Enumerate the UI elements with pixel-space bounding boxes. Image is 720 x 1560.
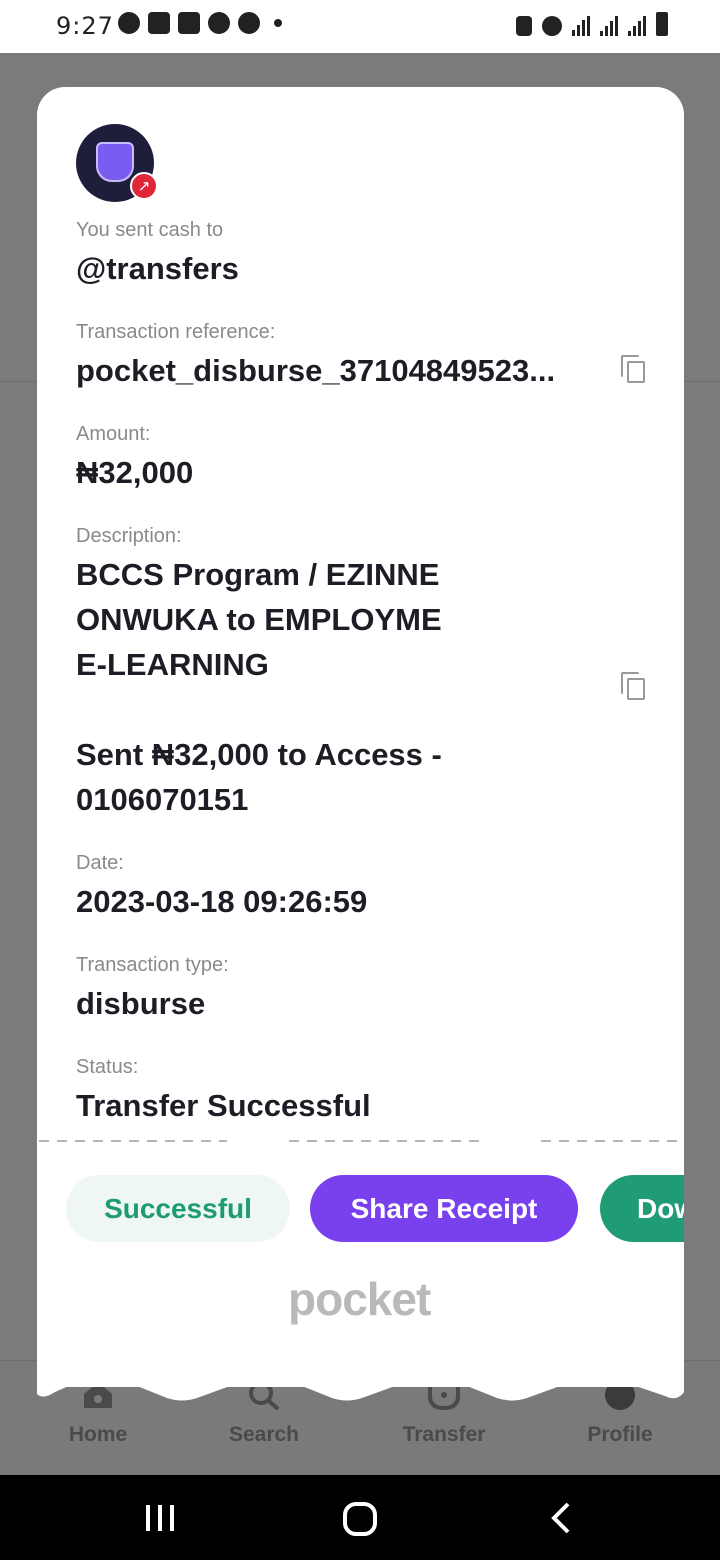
description-line: E-LEARNING — [76, 647, 269, 682]
type-value: disburse — [76, 986, 206, 1021]
facebook-icon — [148, 12, 170, 34]
system-navigation-bar — [0, 1475, 720, 1560]
nav-profile[interactable]: Profile — [550, 1423, 690, 1447]
snapchat-icon — [118, 12, 140, 34]
description-line: ONWUKA to EMPLOYME — [76, 602, 442, 637]
system-icons — [516, 12, 668, 36]
snapchat-icon-2 — [208, 12, 230, 34]
date-label: Date: — [76, 852, 124, 874]
amount-value: ₦32,000 — [76, 455, 194, 490]
home-system-icon[interactable] — [342, 1501, 378, 1537]
wifi-icon — [572, 14, 590, 36]
pocket-shield-icon — [96, 142, 134, 182]
copy-description-icon[interactable] — [621, 672, 645, 700]
status-bar: 9:27 — [0, 0, 720, 53]
recycle-icon — [516, 16, 532, 36]
pocket-logo: pocket — [288, 1273, 431, 1325]
signal-icon-2 — [628, 14, 646, 36]
description-label: Description: — [76, 525, 182, 547]
reference-label: Transaction reference: — [76, 321, 276, 343]
dashed-divider — [39, 1140, 682, 1142]
type-label: Transaction type: — [76, 954, 229, 976]
back-icon[interactable] — [548, 1501, 574, 1535]
share-receipt-button[interactable]: Share Receipt — [310, 1175, 578, 1242]
status-pill: Successful — [66, 1175, 290, 1242]
recents-icon[interactable] — [144, 1503, 176, 1533]
description-line: BCCS Program / EZINNE — [76, 557, 440, 592]
sent-to-label: You sent cash to — [76, 219, 224, 241]
reference-value: pocket_disburse_37104849523... — [76, 353, 556, 388]
description-line: 0106070151 — [76, 782, 249, 817]
receipt-torn-edge — [37, 1370, 684, 1401]
b-icon — [238, 12, 260, 34]
nav-search[interactable]: Search — [194, 1423, 334, 1447]
amount-label: Amount: — [76, 423, 151, 445]
facebook-icon-2 — [178, 12, 200, 34]
signal-icon — [600, 14, 618, 36]
battery-icon — [656, 12, 668, 36]
copy-icon[interactable] — [621, 355, 645, 383]
nav-transfer[interactable]: Transfer — [374, 1423, 514, 1447]
status-value: Transfer Successful — [76, 1088, 371, 1123]
description-line: Sent ₦32,000 to Access - — [76, 737, 442, 772]
outgoing-arrow-icon: ↗ — [130, 172, 158, 200]
download-button[interactable]: Dow — [600, 1175, 684, 1242]
status-time: 9:27 — [56, 12, 114, 40]
alarm-icon — [542, 16, 562, 36]
notification-icons — [118, 12, 282, 34]
date-value: 2023-03-18 09:26:59 — [76, 884, 368, 919]
status-label: Status: — [76, 1056, 139, 1078]
recipient-handle: @transfers — [76, 251, 239, 286]
nav-home[interactable]: Home — [28, 1423, 168, 1447]
more-notifications-dot — [274, 19, 282, 27]
